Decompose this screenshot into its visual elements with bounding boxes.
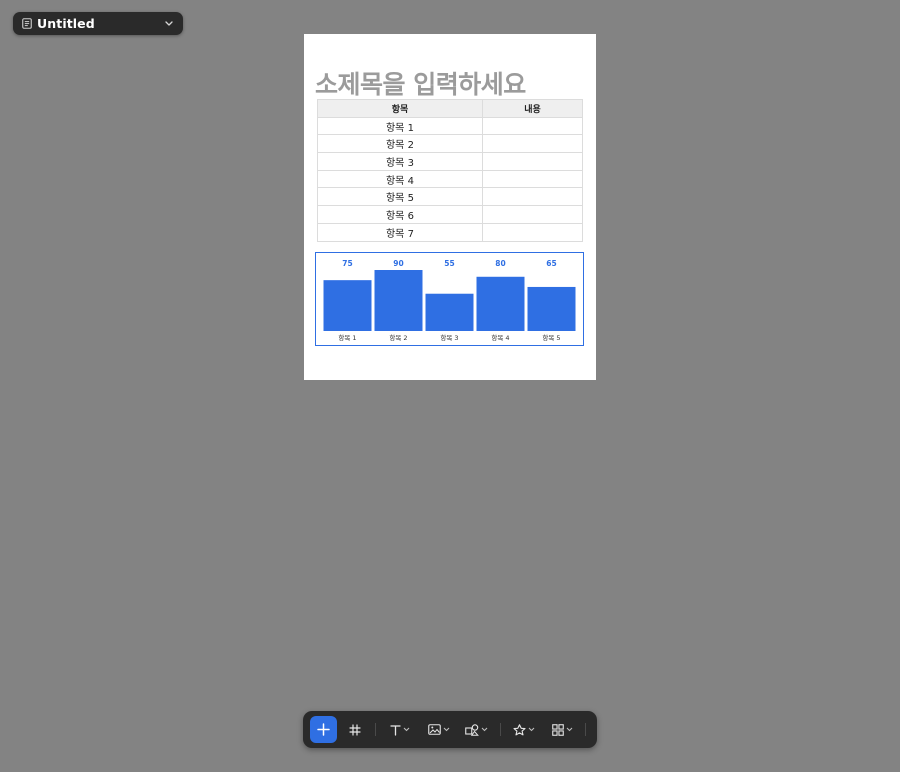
document-title-menu[interactable]: Untitled bbox=[13, 12, 183, 35]
chart-bar bbox=[425, 293, 474, 331]
table-row: 항목 7 bbox=[317, 222, 584, 242]
table-row: 항목 1 bbox=[317, 116, 584, 136]
chevron-down-icon bbox=[566, 727, 572, 732]
chart-bar bbox=[323, 280, 372, 331]
chevron-down-icon bbox=[528, 727, 535, 732]
chevron-down-icon bbox=[481, 727, 487, 732]
chevron-down-icon[interactable] bbox=[164, 19, 174, 29]
table-cell[interactable] bbox=[481, 134, 584, 154]
toolbar-divider bbox=[500, 723, 501, 736]
table-row: 항목 5 bbox=[317, 187, 584, 207]
table-header-cell[interactable]: 항목 bbox=[317, 99, 483, 118]
hash-icon bbox=[349, 723, 361, 736]
image-tool-button[interactable] bbox=[424, 716, 454, 743]
subtitle-placeholder[interactable]: 소제목을 입력하세요 bbox=[315, 65, 526, 101]
chart-value-label: 90 bbox=[393, 259, 403, 268]
document-title[interactable]: Untitled bbox=[37, 16, 164, 31]
table-cell[interactable]: 항목 7 bbox=[317, 222, 483, 242]
data-table[interactable]: 항목 내용 항목 1 항목 2 항목 3 항목 4 항목 5 항목 6 항목 7 bbox=[317, 99, 584, 242]
chart-category-label: 항목 3 bbox=[440, 333, 458, 342]
chart-value-label: 75 bbox=[342, 259, 352, 268]
chart-value-label: 65 bbox=[546, 259, 556, 268]
chevron-down-icon bbox=[403, 727, 410, 732]
chart-bar bbox=[527, 286, 576, 331]
components-tool-button[interactable] bbox=[548, 716, 576, 743]
table-cell[interactable]: 항목 4 bbox=[317, 169, 483, 189]
text-icon bbox=[390, 724, 401, 736]
chart-category-label: 항목 2 bbox=[389, 333, 407, 342]
image-icon bbox=[428, 724, 441, 735]
chart-category-label: 항목 5 bbox=[542, 333, 560, 342]
toolbar-divider bbox=[375, 723, 376, 736]
chart-category-label: 항목 4 bbox=[491, 333, 509, 342]
table-cell[interactable]: 항목 2 bbox=[317, 134, 483, 154]
grid-icon bbox=[551, 723, 564, 736]
table-cell[interactable]: 항목 5 bbox=[317, 187, 483, 207]
table-cell[interactable] bbox=[481, 187, 584, 207]
bottom-toolbar bbox=[303, 711, 597, 748]
shapes-tool-button[interactable] bbox=[461, 716, 491, 743]
table-row: 항목 6 bbox=[317, 205, 584, 224]
table-cell[interactable]: 항목 6 bbox=[317, 205, 483, 224]
frame-tool-button[interactable] bbox=[342, 716, 368, 743]
text-tool-button[interactable] bbox=[385, 716, 415, 743]
document-icon bbox=[22, 18, 32, 29]
chart-category-label: 항목 1 bbox=[338, 333, 356, 342]
table-cell[interactable]: 항목 1 bbox=[317, 116, 483, 136]
table-header-cell[interactable]: 내용 bbox=[481, 99, 584, 118]
table-cell[interactable] bbox=[481, 169, 584, 189]
bar-chart: 75 항목 1 90 항목 2 55 항목 3 80 항목 4 65 항목 5 bbox=[323, 259, 576, 342]
table-cell[interactable] bbox=[481, 222, 584, 242]
table-row: 항목 4 bbox=[317, 169, 584, 189]
favorites-tool-button[interactable] bbox=[510, 716, 538, 743]
chart-value-label: 80 bbox=[495, 259, 505, 268]
chart-value-label: 55 bbox=[444, 259, 454, 268]
table-row: 항목 2 bbox=[317, 134, 584, 154]
table-cell[interactable] bbox=[481, 116, 584, 136]
shapes-icon bbox=[464, 723, 479, 736]
table-header-row: 항목 내용 bbox=[317, 99, 584, 118]
toolbar-divider bbox=[585, 723, 586, 736]
table-cell[interactable] bbox=[481, 205, 584, 224]
add-button[interactable] bbox=[310, 716, 337, 743]
chart-bar bbox=[374, 270, 423, 331]
star-icon bbox=[513, 723, 526, 735]
table-cell[interactable] bbox=[481, 152, 584, 171]
plus-icon bbox=[317, 723, 330, 736]
chart-bar bbox=[476, 276, 525, 331]
table-cell[interactable]: 항목 3 bbox=[317, 152, 483, 171]
bar-chart-selected[interactable]: 75 항목 1 90 항목 2 55 항목 3 80 항목 4 65 항목 5 bbox=[315, 252, 584, 346]
table-row: 항목 3 bbox=[317, 152, 584, 171]
chevron-down-icon bbox=[443, 727, 450, 732]
canvas-page[interactable]: 소제목을 입력하세요 항목 내용 항목 1 항목 2 항목 3 항목 4 항목 … bbox=[304, 34, 596, 380]
